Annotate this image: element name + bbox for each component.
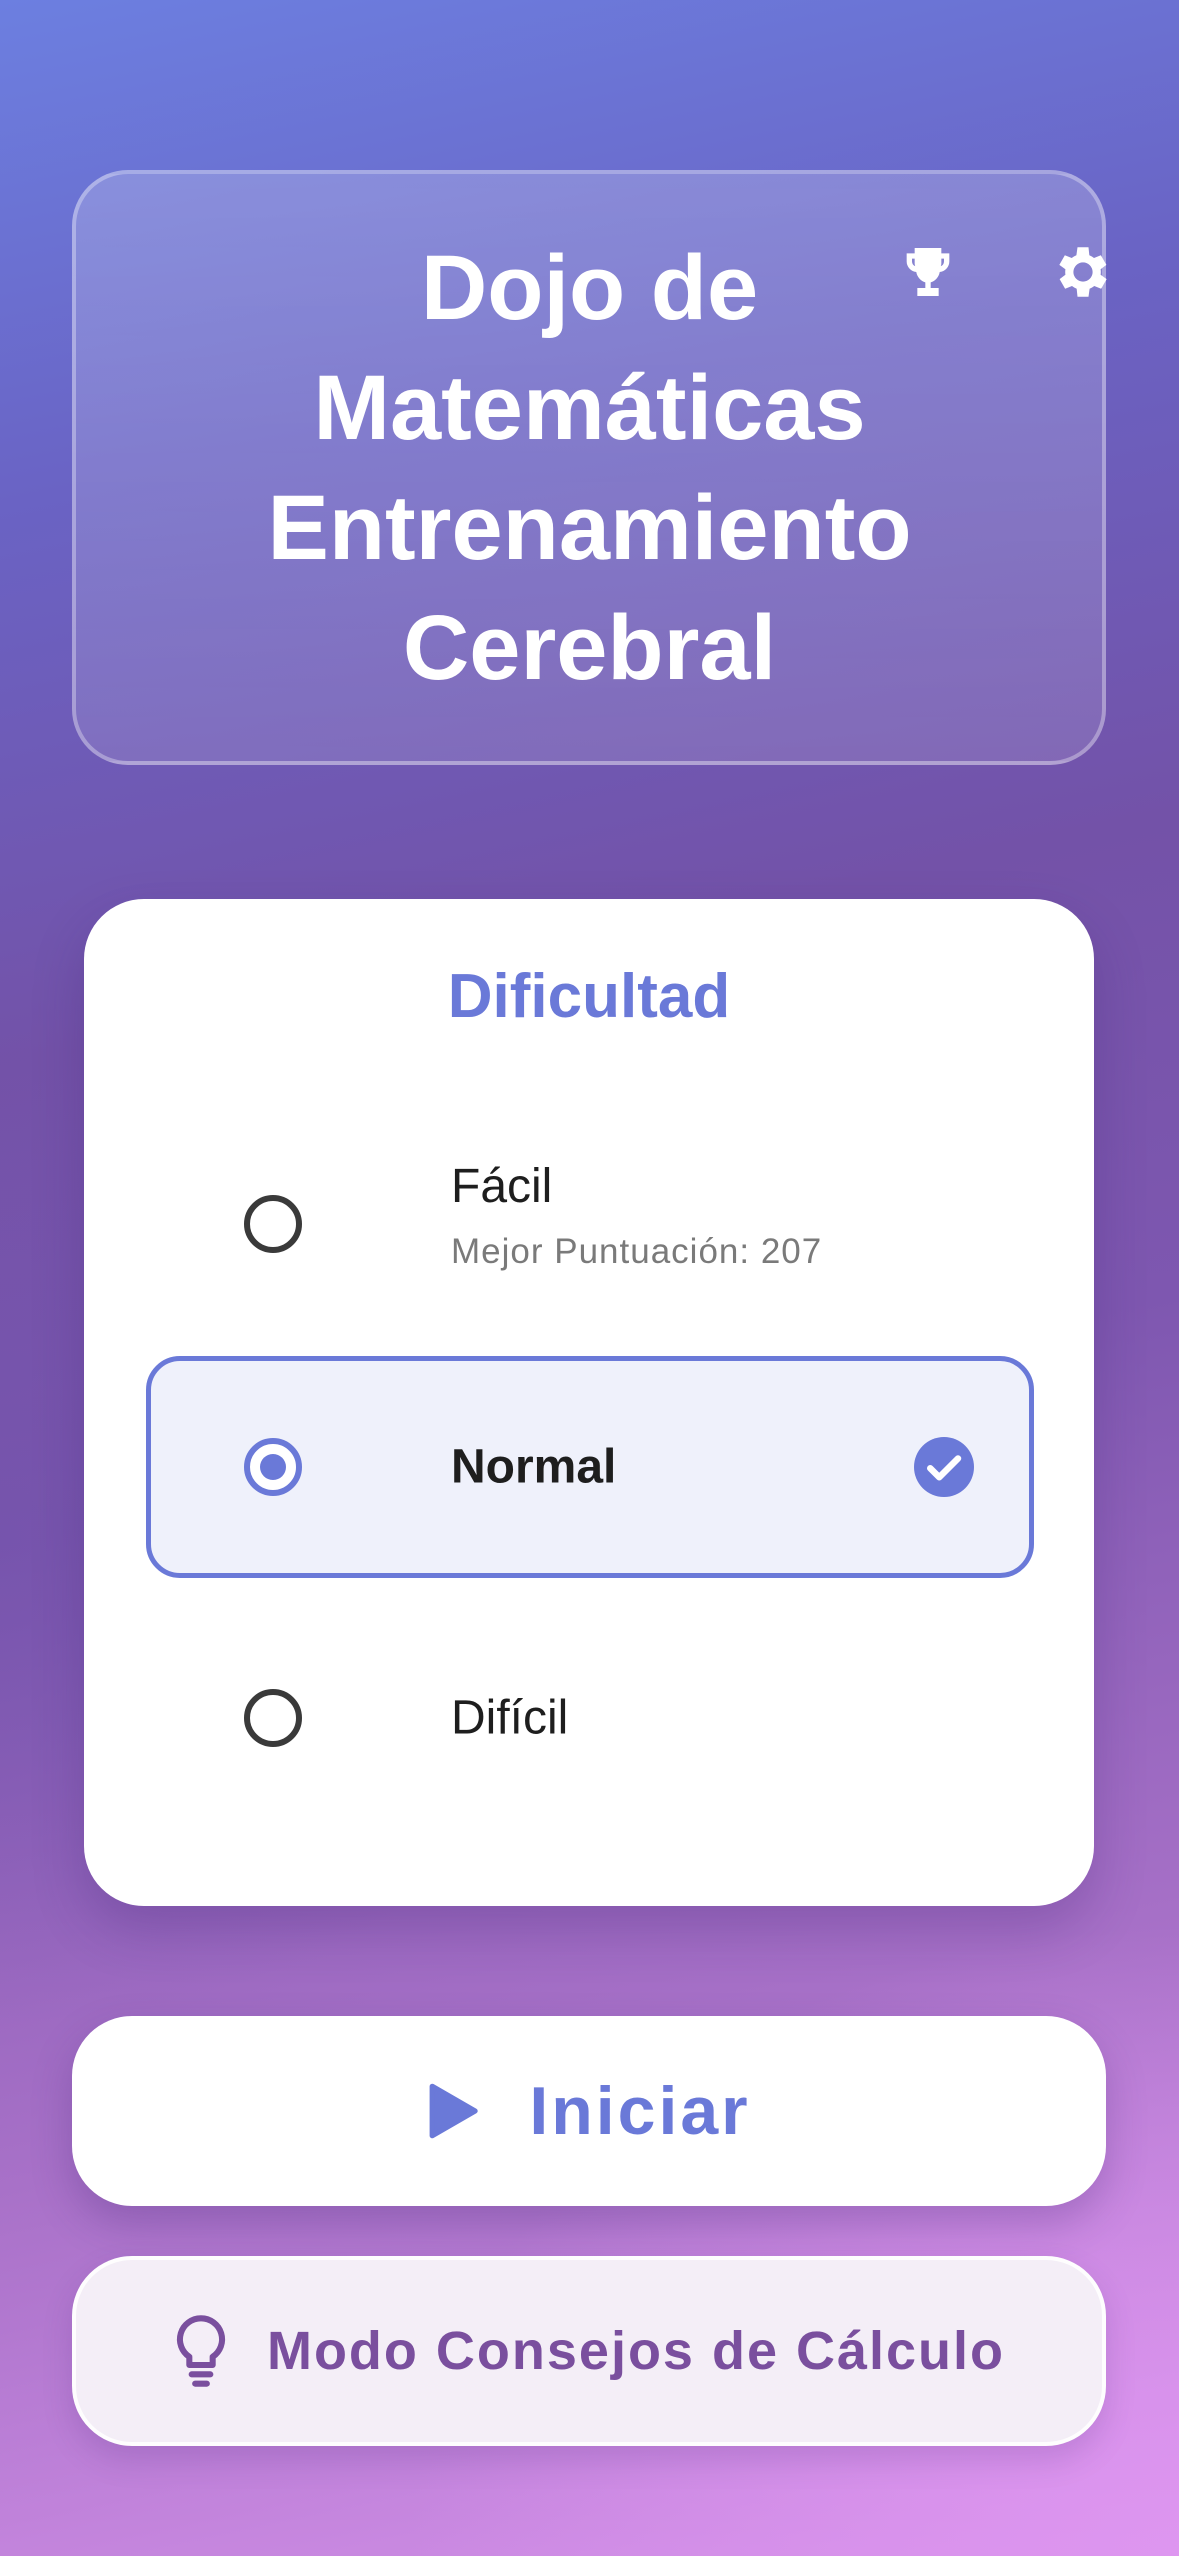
radio-button[interactable] (244, 1689, 302, 1747)
app-title: Dojo de Matemáticas Entrenamiento Cerebr… (0, 228, 1179, 708)
leaderboard-button[interactable] (888, 232, 968, 312)
radio-button[interactable] (244, 1195, 302, 1253)
check-circle-icon (914, 1437, 974, 1497)
difficulty-option-normal[interactable]: Normal (146, 1356, 1034, 1578)
start-button[interactable]: Iniciar (72, 2016, 1106, 2206)
settings-button[interactable] (1043, 232, 1123, 312)
difficulty-heading: Dificultad (447, 962, 731, 1031)
gear-icon (1059, 247, 1107, 297)
difficulty-option-label: Normal (451, 1440, 617, 1494)
trophy-icon (906, 248, 950, 296)
start-button-label: Iniciar (529, 2073, 751, 2149)
best-score-label: Mejor Puntuación: 207 (451, 1232, 823, 1271)
calculation-tips-button[interactable]: Modo Consejos de Cálculo (72, 2256, 1106, 2446)
difficulty-card: Dificultad Fácil Mejor Puntuación: 207 N… (84, 899, 1094, 1906)
play-icon (429, 2083, 479, 2139)
difficulty-option-label: Difícil (451, 1691, 569, 1745)
radio-button-selected[interactable] (244, 1438, 302, 1496)
calculation-tips-label: Modo Consejos de Cálculo (266, 2321, 1006, 2381)
app-title-line: Matemáticas (313, 357, 866, 459)
app-title-line: Dojo de (420, 237, 759, 339)
difficulty-option-hard[interactable]: Difícil (146, 1607, 1034, 1829)
app-title-line: Cerebral (402, 597, 777, 699)
radio-dot (260, 1454, 286, 1480)
app-title-line: Entrenamiento (267, 477, 912, 579)
difficulty-option-easy[interactable]: Fácil Mejor Puntuación: 207 (146, 1113, 1034, 1335)
lightbulb-icon (176, 2315, 226, 2387)
difficulty-option-label: Fácil (451, 1160, 553, 1213)
